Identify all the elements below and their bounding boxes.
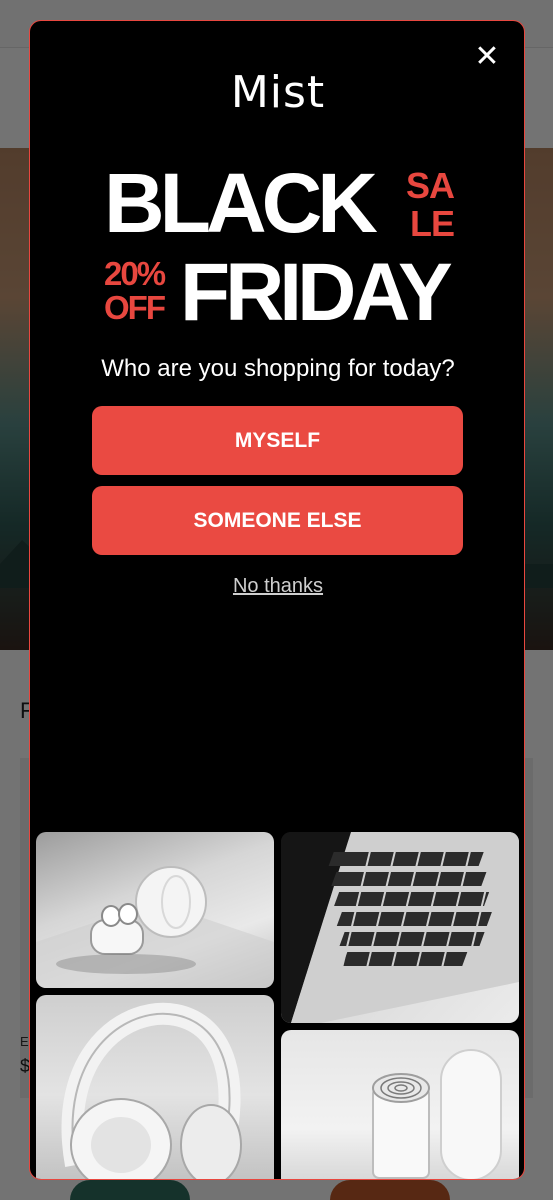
- speaker-icon: [372, 1049, 502, 1179]
- promo-sale-part: LE: [410, 203, 455, 244]
- promo-discount-off: OFF: [104, 289, 166, 326]
- laptop-image: [281, 832, 519, 1023]
- headphones-image: [36, 995, 274, 1179]
- promo-sale-label: SA LE: [406, 165, 455, 244]
- brand-logo: Mist: [230, 67, 326, 118]
- promo-headline-black: BLACK: [104, 156, 378, 250]
- headphones-icon: [61, 1002, 242, 1179]
- earbuds-image: [36, 832, 274, 988]
- promo-headline-friday: FRIDAY: [180, 247, 453, 338]
- speaker-image: [281, 1030, 519, 1179]
- earbuds-icon: [36, 866, 274, 988]
- promo-discount-label: 20% OFF: [104, 255, 166, 326]
- popup-question: Who are you shopping for today?: [101, 355, 455, 382]
- promo-discount-percent: 20%: [104, 255, 166, 292]
- myself-button[interactable]: MYSELF: [92, 406, 463, 475]
- someone-else-button[interactable]: SOMEONE ELSE: [92, 486, 463, 555]
- laptop-icon: [281, 832, 519, 1023]
- no-thanks-link[interactable]: No thanks: [30, 575, 524, 598]
- promo-popup: ✕ Mist BLACK SA LE 20% OFF FRIDAY Who ar…: [29, 20, 525, 1180]
- promo-sale-part: SA: [406, 165, 455, 206]
